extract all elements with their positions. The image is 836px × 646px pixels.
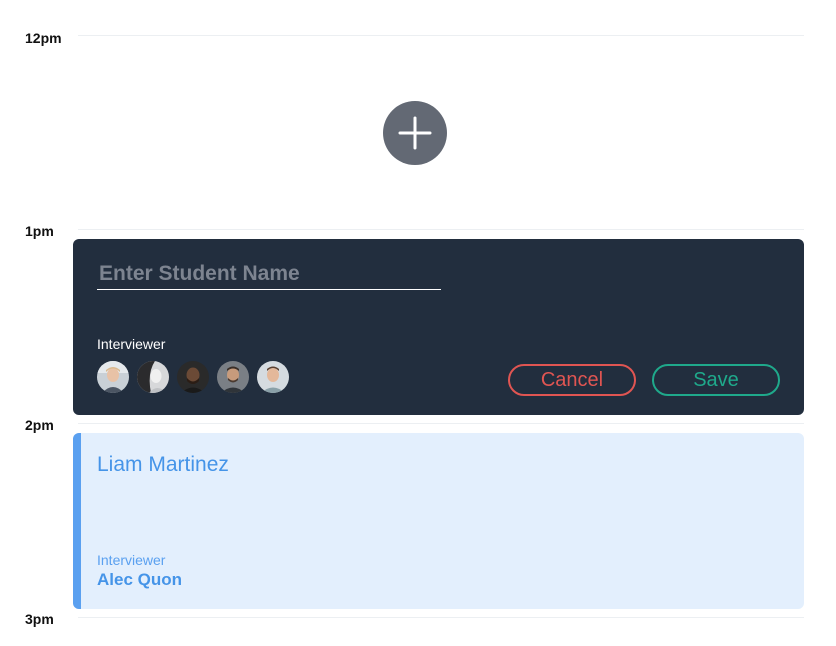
new-interview-editor: Interviewer [73,239,804,415]
time-label-2pm: 2pm [25,417,54,433]
avatar-2-icon [137,361,169,393]
hour-line [78,617,804,618]
time-label-1pm: 1pm [25,223,54,239]
avatar-3-icon [177,361,209,393]
avatar-4-icon [217,361,249,393]
interviewer-avatar-5[interactable] [257,361,289,393]
hour-line [78,35,804,36]
avatar-5-icon [257,361,289,393]
time-label-3pm: 3pm [25,611,54,627]
event-accent-bar [73,433,81,609]
schedule-page: 12pm 1pm 2pm 3pm Interviewer [0,0,836,646]
interviewer-avatar-3[interactable] [177,361,209,393]
hour-line [78,229,804,230]
event-interviewer-name: Alec Quon [97,570,183,589]
interviewer-label: Interviewer [97,336,166,352]
interviewer-avatar-1[interactable] [97,361,129,393]
event-student-name: Liam Martinez [97,453,229,476]
plus-icon [398,116,432,150]
interviewer-avatar-4[interactable] [217,361,249,393]
event-interviewer-label: Interviewer [97,552,166,568]
student-name-input[interactable] [97,259,441,290]
interviewer-avatar-list [97,361,289,393]
cancel-button[interactable]: Cancel [508,364,636,396]
interviewer-avatar-2[interactable] [137,361,169,393]
avatar-1-icon [97,361,129,393]
add-slot-button[interactable] [383,101,447,165]
time-label-12pm: 12pm [25,30,62,46]
interview-event-card[interactable]: Liam Martinez Interviewer Alec Quon [73,433,804,609]
save-button[interactable]: Save [652,364,780,396]
hour-line [78,423,804,424]
